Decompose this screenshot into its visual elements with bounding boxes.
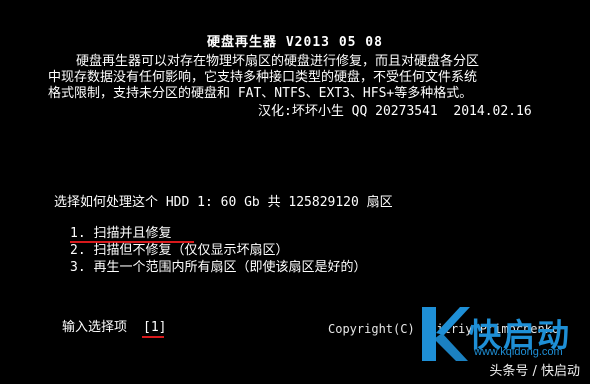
- menu-option-scan-repair[interactable]: 1. 扫描并且修复: [70, 226, 171, 242]
- translator-credit: 汉化:坏坏小生 QQ 20273541 2014.02.16: [258, 104, 532, 119]
- description-line-3: 格式限制，支持未分区的硬盘和 FAT、NTFS、EXT3、HFS+等多种格式。: [48, 86, 473, 101]
- input-prompt-label: 输入选择项: [62, 320, 128, 335]
- watermark-logo-icon: [422, 307, 470, 361]
- app-title: 硬盘再生器 V2013 05 08: [207, 35, 383, 50]
- menu-question: 选择如何处理这个 HDD 1: 60 Gb 共 125829120 扇区: [54, 195, 393, 210]
- watermark-url: www.kqidong.com: [474, 346, 563, 358]
- description-line-2: 中现存数据没有任何影响，它支持多种接口类型的硬盘，不受任何文件系统: [48, 70, 478, 85]
- menu-option-regenerate-range[interactable]: 3. 再生一个范围内所有扇区（即使该扇区是好的）: [70, 260, 366, 276]
- description-line-1: 硬盘再生器可以对存在物理坏扇区的硬盘进行修复，而且对硬盘各分区: [76, 54, 480, 69]
- menu-option-scan-only[interactable]: 2. 扫描但不修复（仅仅显示坏扇区）: [70, 243, 288, 259]
- source-tag: 头条号 / 快启动: [489, 364, 580, 379]
- input-prompt-field[interactable]: [1]: [143, 320, 166, 336]
- prompt-underline: [142, 336, 164, 338]
